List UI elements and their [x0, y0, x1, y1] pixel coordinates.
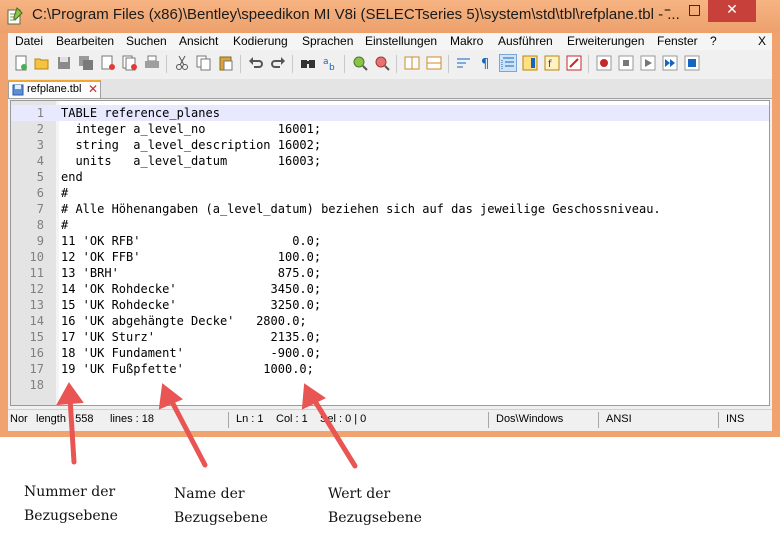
- annotation-name: Name der Bezugsebene: [174, 482, 268, 530]
- annotation-arrows: [56, 382, 358, 469]
- annotation-number-line2: Bezugsebene: [24, 508, 118, 524]
- annotation-number: Nummer der Bezugsebene: [24, 480, 118, 528]
- annotation-number-line1: Nummer der: [24, 484, 116, 500]
- annotation-name-line1: Name der: [174, 486, 245, 502]
- annotation-name-line2: Bezugsebene: [174, 510, 268, 526]
- annotation-value-line1: Wert der: [328, 486, 391, 502]
- arrow-value: [301, 383, 358, 469]
- arrow-number: [56, 382, 84, 465]
- arrow-name: [158, 383, 208, 468]
- annotation-value-line2: Bezugsebene: [328, 510, 422, 526]
- annotation-value: Wert der Bezugsebene: [328, 482, 422, 530]
